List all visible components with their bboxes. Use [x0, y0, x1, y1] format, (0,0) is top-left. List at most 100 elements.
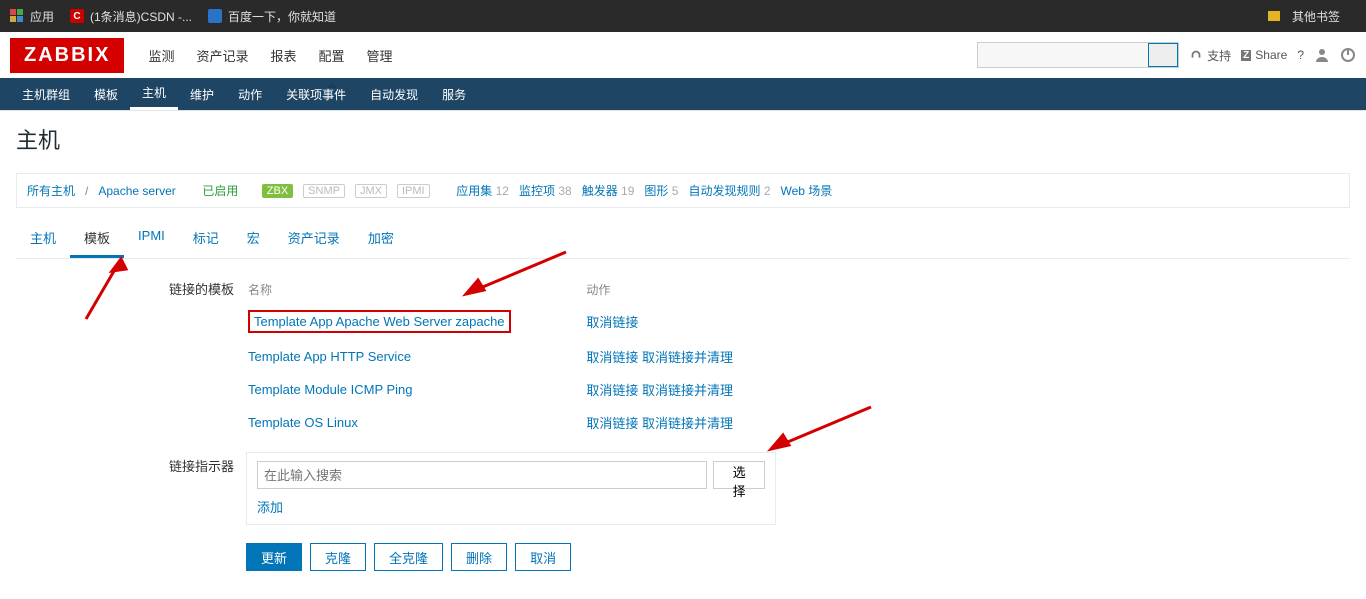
- subnav-templates[interactable]: 模板: [82, 78, 130, 110]
- status-enabled: 已启用: [202, 182, 238, 199]
- headset-icon: [1189, 48, 1203, 62]
- top-menu: 监测 资产记录 报表 配置 管理: [138, 34, 402, 77]
- template-name-link[interactable]: Template App HTTP Service: [248, 349, 411, 364]
- stat-triggers[interactable]: 触发器 19: [582, 182, 635, 199]
- linked-templates-table: 名称 动作 Template App Apache Web Server zap…: [246, 275, 776, 440]
- logout-link[interactable]: [1340, 47, 1356, 63]
- menu-monitoring[interactable]: 监测: [138, 34, 184, 77]
- help-link[interactable]: ?: [1297, 48, 1304, 62]
- tab-encryption[interactable]: 加密: [354, 220, 408, 258]
- template-highlight: Template App Apache Web Server zapache: [248, 310, 511, 333]
- col-name-header: 名称: [248, 277, 584, 302]
- bookmark-apps[interactable]: 应用: [10, 8, 54, 25]
- menu-administration[interactable]: 管理: [357, 34, 403, 77]
- bookmark-label: 应用: [30, 8, 54, 25]
- csdn-icon: C: [70, 9, 84, 23]
- share-label: Share: [1255, 48, 1287, 62]
- form-area: 链接的模板 名称 动作 Template App Apache Web Serv…: [16, 259, 1350, 587]
- stat-web-scenarios[interactable]: Web 场景: [781, 182, 833, 199]
- host-tabs: 主机 模板 IPMI 标记 宏 资产记录 加密: [16, 220, 1350, 259]
- tag-snmp: SNMP: [303, 184, 345, 198]
- page-title: 主机: [16, 123, 1350, 155]
- tag-ipmi: IPMI: [397, 184, 430, 198]
- bookmark-label: (1条消息)CSDN -...: [90, 8, 192, 25]
- menu-inventory[interactable]: 资产记录: [186, 34, 258, 77]
- browser-bookmarks-bar: 应用 C (1条消息)CSDN -... 百度一下，你就知道 其他书签: [0, 0, 1366, 32]
- select-button[interactable]: 选择: [713, 461, 765, 489]
- user-link[interactable]: [1314, 47, 1330, 63]
- header: ZABBIX 监测 资产记录 报表 配置 管理 支持 Z Share ?: [0, 32, 1366, 111]
- breadcrumb-sep: /: [85, 184, 88, 198]
- z-icon: Z: [1241, 50, 1251, 61]
- subnav-maintenance[interactable]: 维护: [178, 78, 226, 110]
- template-search-input[interactable]: [257, 461, 707, 489]
- stat-graphs[interactable]: 图形 5: [644, 182, 678, 199]
- link-indicator-box: 选择 添加: [246, 452, 776, 525]
- search-box: [977, 42, 1179, 68]
- bookmark-label: 百度一下，你就知道: [228, 8, 336, 25]
- tab-host[interactable]: 主机: [16, 220, 70, 258]
- clone-button[interactable]: 克隆: [310, 543, 366, 571]
- unlink-clear-link[interactable]: 取消链接并清理: [642, 416, 733, 431]
- support-label: 支持: [1207, 47, 1231, 64]
- tab-ipmi[interactable]: IPMI: [124, 220, 179, 258]
- search-button[interactable]: [1148, 43, 1178, 67]
- delete-button[interactable]: 删除: [451, 543, 507, 571]
- stat-discovery-rules[interactable]: 自动发现规则 2: [688, 182, 770, 199]
- stat-items[interactable]: 监控项 38: [519, 182, 572, 199]
- menu-configuration[interactable]: 配置: [309, 34, 355, 77]
- template-row: Template App HTTP Service 取消链接 取消链接并清理: [248, 341, 774, 372]
- support-link[interactable]: 支持: [1189, 47, 1231, 64]
- template-row: Template Module ICMP Ping 取消链接 取消链接并清理: [248, 374, 774, 405]
- tag-zbx: ZBX: [262, 184, 293, 198]
- bookmark-csdn[interactable]: C (1条消息)CSDN -...: [70, 8, 192, 25]
- subnav-services[interactable]: 服务: [430, 78, 478, 110]
- full-clone-button[interactable]: 全克隆: [374, 543, 443, 571]
- template-row: Template App Apache Web Server zapache 取…: [248, 304, 774, 339]
- tab-inventory[interactable]: 资产记录: [274, 220, 354, 258]
- linked-templates-label: 链接的模板: [16, 275, 246, 440]
- stat-applications[interactable]: 应用集 12: [456, 182, 509, 199]
- sub-nav: 主机群组 模板 主机 维护 动作 关联项事件 自动发现 服务: [0, 78, 1366, 110]
- template-name-link[interactable]: Template OS Linux: [248, 415, 358, 430]
- tab-templates[interactable]: 模板: [70, 220, 124, 258]
- subnav-hosts[interactable]: 主机: [130, 78, 178, 110]
- all-hosts-link[interactable]: 所有主机: [27, 182, 75, 199]
- folder-icon: [1268, 11, 1280, 21]
- share-link[interactable]: Z Share: [1241, 48, 1287, 62]
- other-bookmarks[interactable]: 其他书签: [1268, 8, 1340, 25]
- page-content: 主机 所有主机 / Apache server 已启用 ZBX SNMP JMX…: [0, 111, 1366, 599]
- baidu-icon: [208, 9, 222, 23]
- tab-tags[interactable]: 标记: [179, 220, 233, 258]
- unlink-link[interactable]: 取消链接: [586, 383, 638, 398]
- unlink-link[interactable]: 取消链接: [586, 350, 638, 365]
- power-icon: [1340, 47, 1356, 63]
- action-buttons: 更新 克隆 全克隆 删除 取消: [246, 543, 1350, 571]
- search-input[interactable]: [978, 48, 1148, 63]
- host-info-bar: 所有主机 / Apache server 已启用 ZBX SNMP JMX IP…: [16, 173, 1350, 208]
- update-button[interactable]: 更新: [246, 543, 302, 571]
- host-name-link[interactable]: Apache server: [98, 184, 175, 198]
- link-indicator-label: 链接指示器: [16, 452, 246, 525]
- unlink-clear-link[interactable]: 取消链接并清理: [642, 383, 733, 398]
- unlink-clear-link[interactable]: 取消链接并清理: [642, 350, 733, 365]
- menu-reports[interactable]: 报表: [260, 34, 306, 77]
- unlink-link[interactable]: 取消链接: [586, 315, 638, 330]
- add-link[interactable]: 添加: [257, 497, 283, 516]
- col-action-header: 动作: [586, 277, 774, 302]
- unlink-link[interactable]: 取消链接: [586, 416, 638, 431]
- user-icon: [1314, 47, 1330, 63]
- apps-icon: [10, 9, 24, 23]
- logo[interactable]: ZABBIX: [10, 38, 124, 73]
- subnav-host-groups[interactable]: 主机群组: [10, 78, 82, 110]
- other-bookmarks-label: 其他书签: [1292, 8, 1340, 25]
- tag-jmx: JMX: [355, 184, 387, 198]
- subnav-actions[interactable]: 动作: [226, 78, 274, 110]
- bookmark-baidu[interactable]: 百度一下，你就知道: [208, 8, 336, 25]
- subnav-correlation[interactable]: 关联项事件: [274, 78, 358, 110]
- template-name-link[interactable]: Template App Apache Web Server zapache: [254, 314, 505, 329]
- tab-macros[interactable]: 宏: [233, 220, 274, 258]
- cancel-button[interactable]: 取消: [515, 543, 571, 571]
- template-name-link[interactable]: Template Module ICMP Ping: [248, 382, 413, 397]
- subnav-discovery[interactable]: 自动发现: [358, 78, 430, 110]
